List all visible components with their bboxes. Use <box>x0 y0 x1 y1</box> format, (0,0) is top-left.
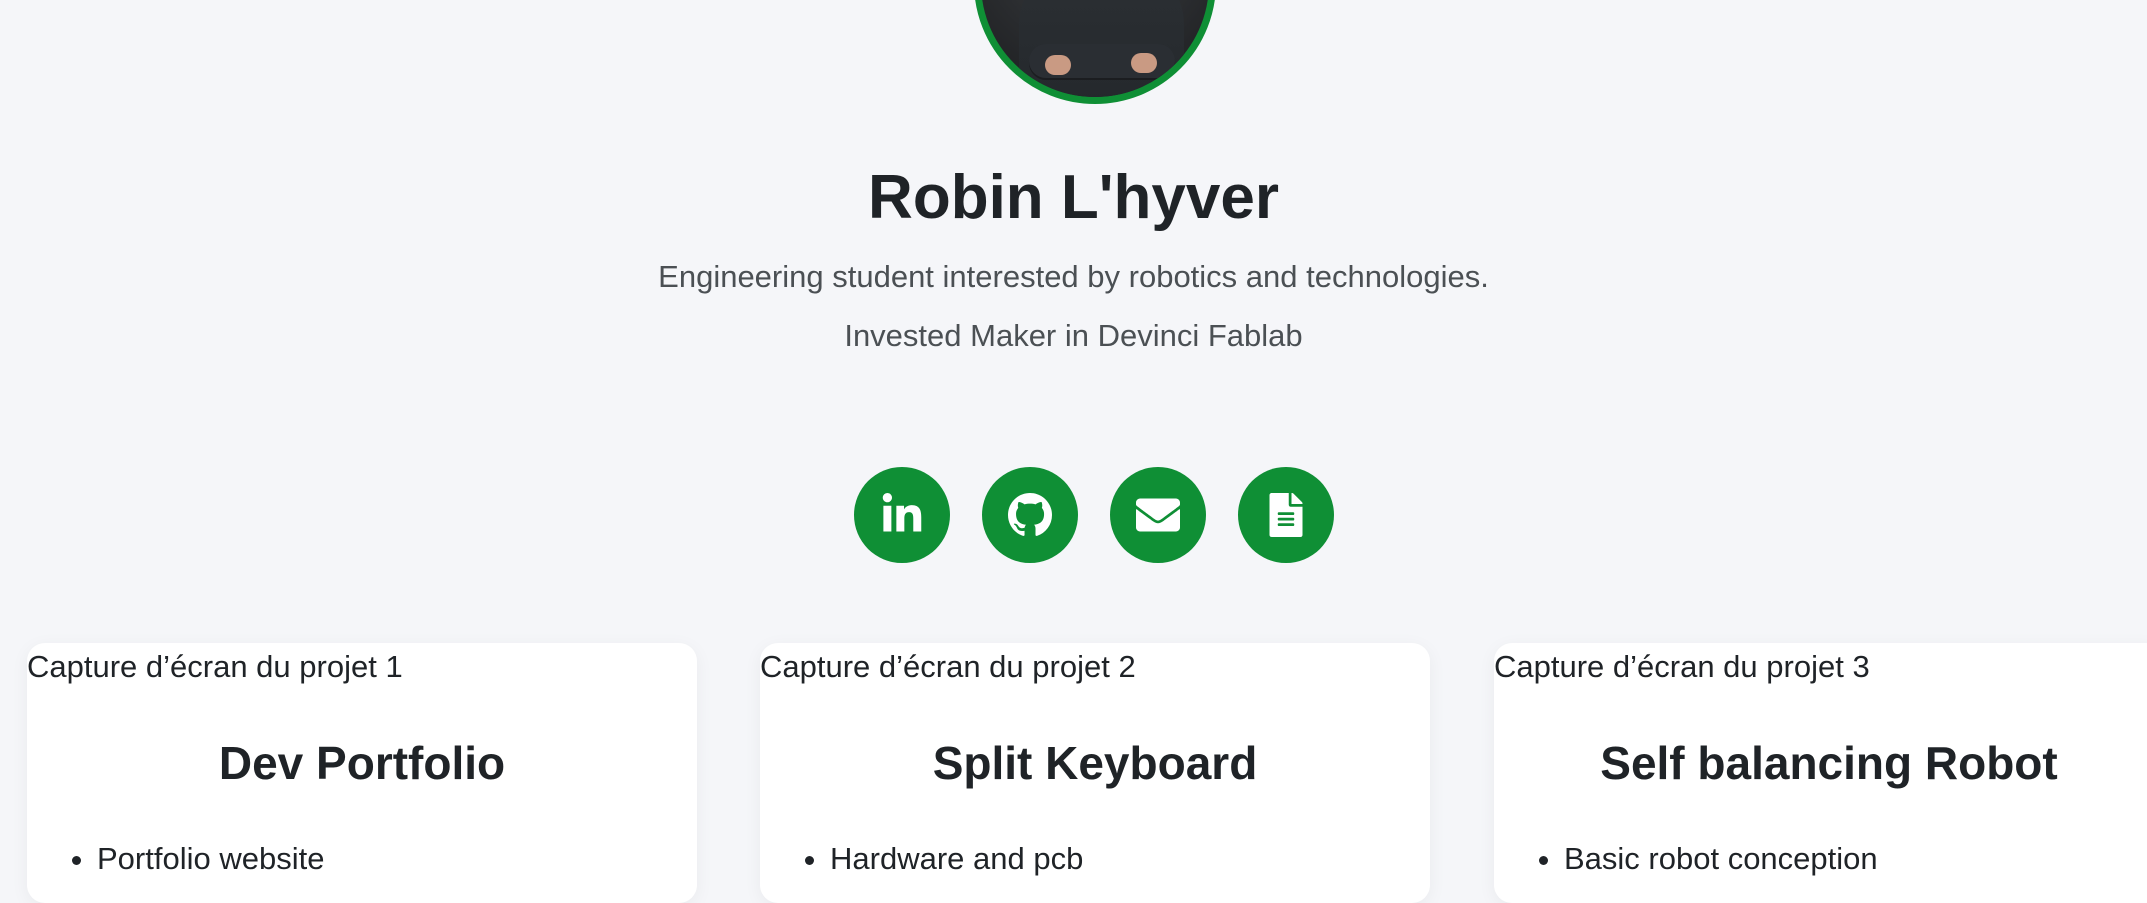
project-image-alt: Capture d’écran du projet 2 <box>760 649 1136 684</box>
list-item: Portfolio website <box>97 839 324 879</box>
project-bullets: Hardware and pcb <box>802 839 1083 879</box>
project-image-alt: Capture d’écran du projet 1 <box>27 649 403 684</box>
profile-subtagline: Invested Maker in Devinci Fablab <box>844 318 1303 353</box>
profile-tagline: Engineering student interested by roboti… <box>658 259 1489 294</box>
list-item: Hardware and pcb <box>830 839 1083 879</box>
resume-button[interactable] <box>1238 467 1334 563</box>
project-card-split-keyboard[interactable]: Capture d’écran du projet 2 Split Keyboa… <box>760 643 1430 903</box>
email-button[interactable] <box>1110 467 1206 563</box>
avatar-hand-right <box>1131 53 1157 73</box>
project-title: Split Keyboard <box>932 737 1258 789</box>
project-title: Dev Portfolio <box>218 737 506 789</box>
github-icon <box>1008 493 1052 536</box>
profile-name: Robin L'hyver <box>868 163 1279 232</box>
project-card-self-balancing-robot[interactable]: Capture d’écran du projet 3 Self balanci… <box>1494 643 2147 903</box>
document-icon <box>1269 493 1303 537</box>
profile-avatar <box>974 0 1216 104</box>
project-bullets: Portfolio website <box>69 839 324 879</box>
list-item: Basic robot conception <box>1564 839 1878 879</box>
project-card-dev-portfolio[interactable]: Capture d’écran du projet 1 Dev Portfoli… <box>27 643 697 903</box>
avatar-hand-left <box>1045 55 1071 75</box>
project-image-alt: Capture d’écran du projet 3 <box>1494 649 1870 684</box>
social-links <box>854 467 1334 563</box>
project-bullets: Basic robot conception <box>1536 839 1878 879</box>
github-button[interactable] <box>982 467 1078 563</box>
linkedin-button[interactable] <box>854 467 950 563</box>
envelope-icon <box>1136 498 1180 532</box>
linkedin-icon <box>882 493 922 532</box>
project-title: Self balancing Robot <box>1600 737 2058 789</box>
